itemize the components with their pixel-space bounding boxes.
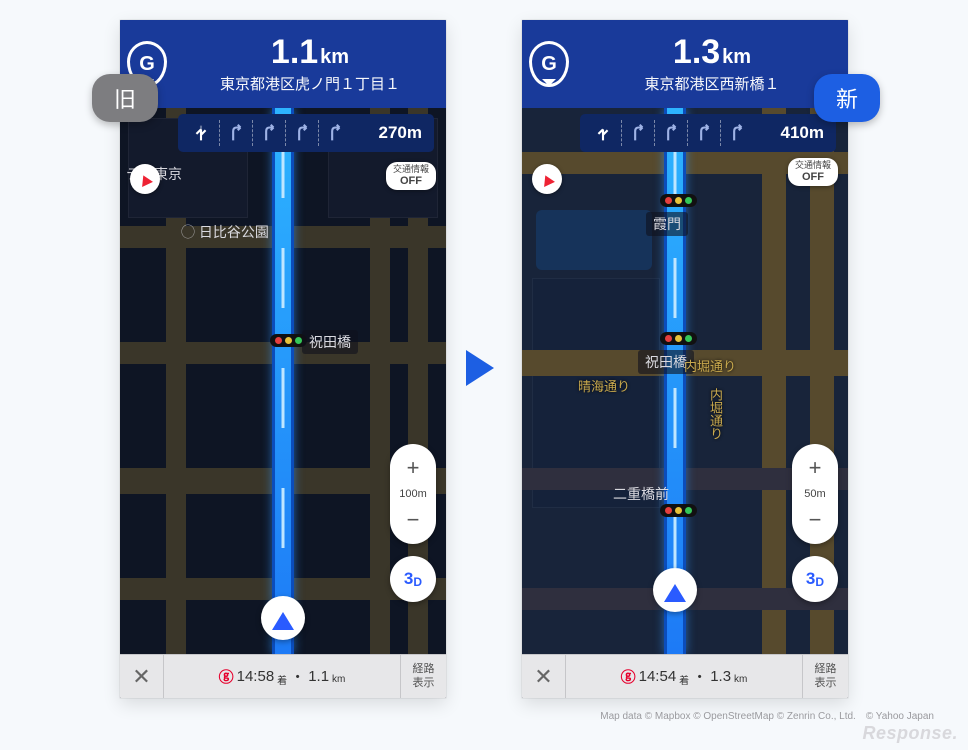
lane-arrow-icon <box>285 120 315 146</box>
zoom-in-button[interactable]: + <box>390 450 436 486</box>
zoom-control: + 50m − <box>792 444 838 544</box>
current-location-icon <box>261 596 305 640</box>
lane-guidance: 270m <box>178 114 434 152</box>
badge-old: 旧 <box>92 74 158 122</box>
poi-gate: 霞門 <box>646 212 688 236</box>
traffic-toggle[interactable]: 交通情報OFF <box>788 158 838 186</box>
phone-old: G 1.1km 東京都港区虎ノ門１丁目１ <box>120 20 446 698</box>
footer-bar: ✕ ⓖ 14:58着 ・ 1.1km 経路 表示 <box>120 654 446 698</box>
zoom-scale: 100m <box>399 486 427 502</box>
next-address: 東京都港区虎ノ門１丁目１ <box>220 73 400 94</box>
lane-guidance: 410m <box>580 114 836 152</box>
goal-pin-icon: ⓖ <box>621 666 636 687</box>
lane-arrow-icon <box>252 120 282 146</box>
route-display-button[interactable]: 経路 表示 <box>802 655 848 699</box>
lane-distance: 410m <box>777 123 828 143</box>
lane-arrow-icon <box>621 120 651 146</box>
zoom-control: + 100m − <box>390 444 436 544</box>
zoom-out-button[interactable]: − <box>390 502 436 538</box>
phone-new: G 1.3km 東京都港区西新橋１ <box>522 20 848 698</box>
current-location-icon <box>653 568 697 612</box>
lane-distance: 270m <box>375 123 426 143</box>
watermark: Response. <box>862 723 958 744</box>
road-label: 内堀通り <box>684 356 736 375</box>
eta-display[interactable]: ⓖ 14:58着 ・ 1.1km <box>164 666 400 687</box>
traffic-signal-icon <box>660 194 697 207</box>
traffic-toggle[interactable]: 交通情報OFF <box>386 162 436 190</box>
lane-arrow-icon <box>687 120 717 146</box>
goal-pin-icon: ⓖ <box>219 666 234 687</box>
next-distance: 1.1km <box>271 35 349 69</box>
footer-bar: ✕ ⓖ 14:54着 ・ 1.3km 経路 表示 <box>522 654 848 698</box>
zoom-in-button[interactable]: + <box>792 450 838 486</box>
3d-toggle-button[interactable]: 3D <box>792 556 838 602</box>
zoom-out-button[interactable]: − <box>792 502 838 538</box>
lane-arrow-icon <box>588 120 618 146</box>
next-distance: 1.3km <box>673 35 751 69</box>
traffic-signal-icon <box>660 332 697 345</box>
compass-button[interactable] <box>532 164 562 194</box>
map-canvas[interactable]: テル東京 ◯ 日比谷公園 霞 祝田橋 交通情報OFF + 100m − 3D <box>120 108 446 654</box>
lane-arrow-icon <box>720 120 750 146</box>
road-label: 内堀通り <box>706 388 725 440</box>
goal-icon: G <box>522 20 576 108</box>
compass-button[interactable] <box>130 164 160 194</box>
3d-toggle-button[interactable]: 3D <box>390 556 436 602</box>
lane-arrow-icon <box>219 120 249 146</box>
road-label: 晴海通り <box>578 376 630 395</box>
nav-header: G 1.1km 東京都港区虎ノ門１丁目１ <box>120 20 446 108</box>
close-button[interactable]: ✕ <box>522 655 566 699</box>
poi-intersection: 祝田橋 <box>302 330 358 354</box>
compare-arrow-icon <box>466 350 512 386</box>
zoom-scale: 50m <box>804 486 825 502</box>
next-address: 東京都港区西新橋１ <box>644 73 779 94</box>
nav-header: G 1.3km 東京都港区西新橋１ <box>522 20 848 108</box>
badge-new: 新 <box>814 74 880 122</box>
lane-arrow-icon <box>654 120 684 146</box>
map-canvas[interactable]: 霞門 祝田橋 晴海通り 内堀通り 内堀通り 二重橋前 交通情報OFF + 50m… <box>522 108 848 654</box>
lane-arrow-icon <box>318 120 348 146</box>
eta-display[interactable]: ⓖ 14:54着 ・ 1.3km <box>566 666 802 687</box>
map-credits: Map data © Mapbox © OpenStreetMap © Zenr… <box>600 707 934 722</box>
poi-station: 二重橋前 <box>606 482 676 506</box>
route-display-button[interactable]: 経路 表示 <box>400 655 446 699</box>
poi-park: ◯ 日比谷公園 <box>174 220 276 244</box>
lane-arrow-icon <box>186 120 216 146</box>
close-button[interactable]: ✕ <box>120 655 164 699</box>
route-line <box>272 108 294 654</box>
